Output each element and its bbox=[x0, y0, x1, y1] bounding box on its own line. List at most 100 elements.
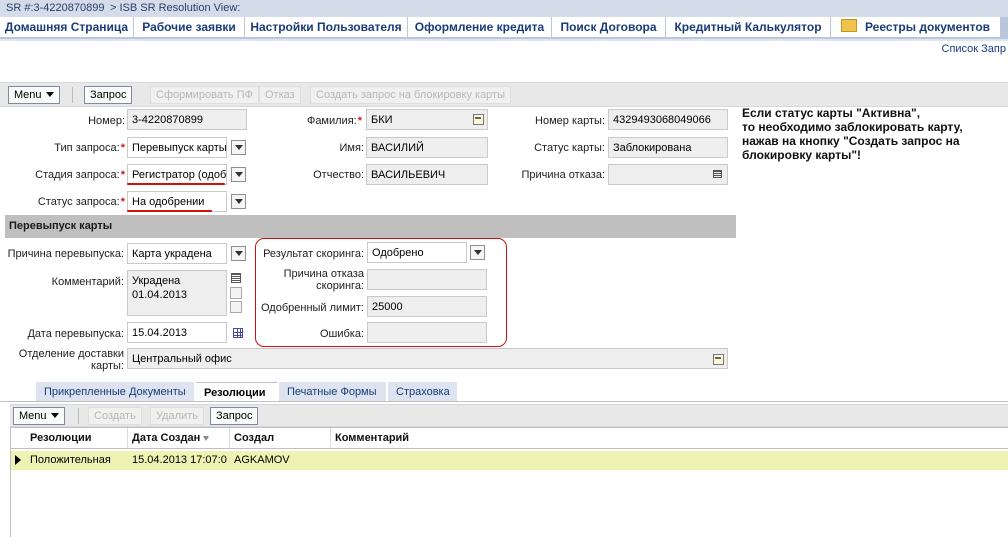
reissue-date-field[interactable]: 15.04.2013 bbox=[127, 322, 227, 343]
comment-scroll-up[interactable] bbox=[230, 287, 242, 299]
menu-button[interactable]: Menu bbox=[8, 86, 60, 104]
tab-user-settings[interactable]: Настройки Пользователя bbox=[245, 17, 408, 37]
card-number-field[interactable]: 4329493068049066 bbox=[608, 109, 728, 130]
toolbar-separator bbox=[78, 408, 79, 424]
delivery-office-field[interactable]: Центральный офис bbox=[127, 348, 728, 369]
delivery-office-label-line2: карты: bbox=[90, 360, 124, 372]
status-select[interactable]: На одобрении bbox=[127, 191, 227, 212]
reissue-reason-label: Причина перевыпуска: bbox=[7, 248, 124, 260]
column-header-comment[interactable]: Комментарий bbox=[331, 428, 1008, 448]
first-name-label: Имя: bbox=[339, 142, 364, 154]
card-status-label: Статус карты: bbox=[534, 142, 605, 154]
main-nav-tabs: Домашняя Страница Рабочие заявки Настрой… bbox=[0, 17, 1008, 39]
tab-insurance[interactable]: Страховка bbox=[388, 382, 458, 402]
sort-descending-icon bbox=[203, 436, 210, 441]
last-name-field[interactable]: БКИ bbox=[366, 109, 488, 130]
comment-line-2: 01.04.2013 bbox=[132, 289, 188, 301]
calendar-icon[interactable] bbox=[233, 328, 243, 338]
stage-highlight-underline bbox=[127, 183, 225, 185]
column-header-resolution[interactable]: Резолюции bbox=[26, 428, 128, 448]
reissue-reason-select[interactable]: Карта украдена bbox=[127, 243, 227, 264]
tab-home[interactable]: Домашняя Страница bbox=[0, 17, 134, 37]
card-status-field[interactable]: Заблокирована bbox=[608, 137, 728, 158]
create-resolution-button[interactable]: Создать bbox=[88, 407, 142, 425]
delete-resolution-button[interactable]: Удалить bbox=[150, 407, 204, 425]
patronymic-field[interactable]: ВАСИЛЬЕВИЧ bbox=[366, 164, 488, 185]
table-row[interactable]: Положительная 15.04.2013 17:07:0 AGKAMOV bbox=[11, 451, 1008, 470]
view-name-label: > ISB SR Resolution View: bbox=[110, 2, 241, 14]
tab-resolutions[interactable]: Резолюции bbox=[196, 382, 278, 402]
tab-contract-search[interactable]: Поиск Договора bbox=[552, 17, 666, 37]
request-list-link[interactable]: Список Запр bbox=[942, 43, 1007, 55]
nav-divider bbox=[0, 39, 1008, 41]
last-name-picker-icon[interactable] bbox=[473, 114, 484, 125]
resolutions-toolbar: Menu Создать Удалить Запрос bbox=[10, 404, 1008, 427]
comment-expand-icon[interactable] bbox=[231, 273, 241, 283]
comment-scroll-down[interactable] bbox=[230, 301, 242, 313]
sr-number-label: SR #:3-4220870899 bbox=[6, 2, 105, 14]
column-header-created-date-label: Дата Создан bbox=[132, 432, 201, 444]
comment-label: Комментарий: bbox=[51, 276, 124, 288]
status-label: Статус запроса: bbox=[37, 196, 120, 208]
detail-subtabs: Прикрепленные Документы Резолюции Печатн… bbox=[0, 382, 1008, 402]
last-name-label: Фамилия: bbox=[306, 115, 357, 127]
tab-print-forms[interactable]: Печатные Формы bbox=[279, 382, 387, 402]
status-dropdown-button[interactable] bbox=[231, 194, 246, 209]
required-marker: * bbox=[120, 169, 125, 181]
column-header-created-date[interactable]: Дата Создан bbox=[128, 428, 230, 448]
reissue-reason-dropdown-button[interactable] bbox=[231, 246, 246, 261]
chevron-down-icon bbox=[234, 172, 243, 177]
chevron-down-icon bbox=[234, 199, 243, 204]
form-pf-button[interactable]: Сформировать ПФ bbox=[150, 86, 259, 104]
chevron-down-icon bbox=[234, 145, 243, 150]
tab-work-requests[interactable]: Рабочие заявки bbox=[134, 17, 245, 37]
tab-credit-calculator[interactable]: Кредитный Калькулятор bbox=[666, 17, 831, 37]
resolutions-request-button[interactable]: Запрос bbox=[210, 407, 259, 425]
chevron-down-icon bbox=[45, 92, 54, 97]
tab-document-registers[interactable]: Реестры документов bbox=[831, 17, 1001, 37]
last-name-label-wrap: Фамилия:* bbox=[250, 115, 362, 127]
delivery-office-label-line1: Отделение доставки bbox=[18, 348, 124, 360]
menu-button-label: Menu bbox=[14, 89, 42, 101]
required-marker: * bbox=[120, 142, 125, 154]
request-type-select[interactable]: Перевыпуск карты bbox=[127, 137, 227, 158]
number-field[interactable]: 3-4220870899 bbox=[127, 109, 247, 130]
delivery-office-picker-icon[interactable] bbox=[713, 354, 724, 365]
scoring-highlight-box bbox=[255, 238, 507, 347]
tab-attached-documents[interactable]: Прикрепленные Документы bbox=[36, 382, 195, 402]
reject-button[interactable]: Отказ bbox=[259, 86, 301, 104]
toolbar-separator bbox=[72, 87, 73, 103]
status-label-wrap: Статус запроса:* bbox=[0, 196, 125, 208]
resolutions-menu-label: Menu bbox=[19, 410, 47, 422]
reject-reason-field[interactable] bbox=[608, 164, 728, 185]
cell-author: AGKAMOV bbox=[234, 454, 290, 466]
required-marker: * bbox=[120, 196, 125, 208]
column-header-author[interactable]: Создал bbox=[230, 428, 331, 448]
title-bar: SR #:3-4220870899 > ISB SR Resolution Vi… bbox=[0, 0, 1008, 17]
list-icon[interactable] bbox=[713, 170, 722, 178]
stage-select[interactable]: Регистратор (одоб bbox=[127, 164, 227, 185]
comment-textarea[interactable]: Украдена 01.04.2013 bbox=[127, 270, 227, 316]
first-name-field[interactable]: ВАСИЛИЙ bbox=[366, 137, 488, 158]
comment-line-1: Украдена bbox=[132, 275, 181, 287]
cell-resolution: Положительная bbox=[30, 454, 111, 466]
reject-reason-label: Причина отказа: bbox=[521, 169, 605, 181]
patronymic-label: Отчество: bbox=[313, 169, 364, 181]
stage-label-wrap: Стадия запроса:* bbox=[0, 169, 125, 181]
row-selector-icon bbox=[15, 455, 21, 465]
block-card-request-button[interactable]: Создать запрос на блокировку карты bbox=[310, 86, 512, 104]
stage-dropdown-button[interactable] bbox=[231, 167, 246, 182]
resolutions-table: Резолюции Дата Создан Создал Комментарий… bbox=[10, 427, 1008, 537]
reissue-date-label: Дата перевыпуска: bbox=[27, 328, 124, 340]
request-button[interactable]: Запрос bbox=[84, 86, 133, 104]
tab-credit-application[interactable]: Оформление кредита bbox=[408, 17, 552, 37]
tab-document-registers-label: Реестры документов bbox=[864, 20, 991, 34]
status-highlight-underline bbox=[127, 210, 212, 212]
folder-icon bbox=[840, 19, 857, 32]
delivery-office-label: Отделение доставки карты: bbox=[0, 348, 124, 372]
form-toolbar: Menu Запрос Сформировать ПФ Отказ Создат… bbox=[0, 82, 1008, 107]
resolutions-menu-button[interactable]: Menu bbox=[13, 407, 65, 425]
request-type-label: Тип запроса: bbox=[54, 142, 120, 154]
request-type-dropdown-button[interactable] bbox=[231, 140, 246, 155]
chevron-down-icon bbox=[50, 413, 59, 418]
